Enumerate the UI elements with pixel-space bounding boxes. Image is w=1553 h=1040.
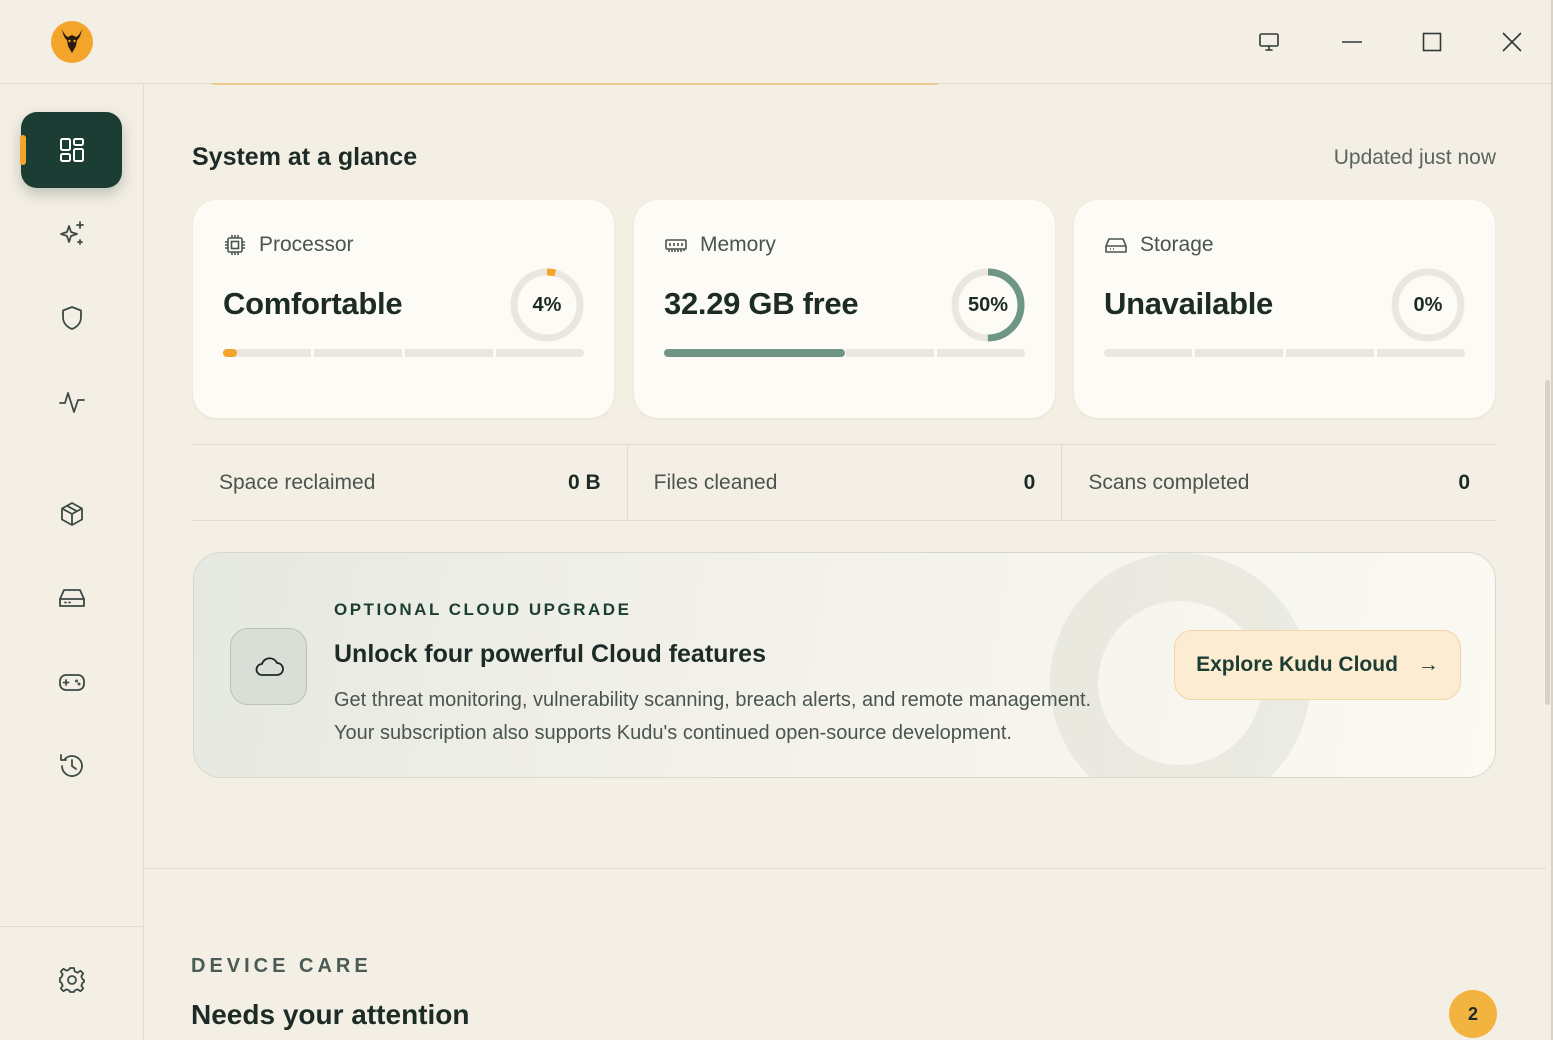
stat-files-cleaned: Files cleaned 0 (626, 445, 1062, 520)
top-accent-line (212, 83, 938, 85)
promo-title: Unlock four powerful Cloud features (334, 640, 766, 668)
stat-value: 0 (1458, 470, 1471, 494)
button-label: Explore Kudu Cloud (1196, 653, 1398, 676)
stat-value: 0 (1023, 470, 1036, 494)
activity-icon (58, 392, 85, 413)
sidebar (0, 84, 144, 1040)
nav-performance[interactable] (21, 364, 122, 440)
updated-timestamp: Updated just now (1333, 146, 1496, 169)
scrollbar[interactable] (1545, 380, 1550, 705)
active-indicator (20, 135, 26, 165)
cloud-icon-tile (230, 628, 307, 705)
usage-bar (223, 349, 584, 357)
memory-icon (665, 239, 687, 252)
nav-cleaner[interactable] (21, 196, 122, 272)
stat-value: 0 B (567, 470, 601, 494)
card-label: Processor (259, 233, 354, 256)
explore-cloud-button[interactable]: Explore Kudu Cloud → (1174, 630, 1461, 700)
card-label: Memory (700, 233, 776, 256)
card-value: Comfortable (223, 286, 403, 321)
close-icon (1502, 32, 1522, 52)
drive-icon (58, 589, 85, 607)
gamepad-icon (58, 674, 85, 691)
usage-percent: 0% (1413, 293, 1443, 316)
monitor-button[interactable] (1249, 22, 1289, 62)
stat-label: Files cleaned (653, 470, 778, 494)
device-care-title: Needs your attention (191, 999, 470, 1030)
card-header: Storage (1104, 233, 1214, 257)
card-header: Processor (223, 233, 354, 257)
card-value: Unavailable (1104, 286, 1274, 321)
stat-space-reclaimed: Space reclaimed 0 B (193, 445, 627, 520)
shield-icon (61, 306, 82, 330)
usage-bar (1104, 349, 1465, 357)
stat-label: Space reclaimed (219, 470, 376, 494)
device-care-eyebrow: DEVICE CARE (191, 955, 372, 977)
cpu-icon (225, 235, 245, 255)
nav-history[interactable] (21, 728, 122, 804)
kudu-logo-icon (51, 21, 93, 63)
usage-percent: 4% (532, 293, 562, 316)
nav-protection[interactable] (21, 280, 122, 356)
hard-drive-icon (1105, 238, 1127, 253)
promo-description: Get threat monitoring, vulnerability sca… (334, 684, 1091, 750)
card-header: Memory (664, 233, 776, 257)
cloud-promo-banner: OPTIONAL CLOUD UPGRADE Unlock four power… (193, 552, 1496, 778)
title-bar (0, 0, 1553, 84)
promo-desc-line: Get threat monitoring, vulnerability sca… (334, 689, 1092, 711)
stats-row: Space reclaimed 0 B Files cleaned 0 Scan… (193, 444, 1496, 521)
package-icon (60, 502, 83, 526)
nav-gaming[interactable] (21, 644, 122, 720)
section-title: System at a glance (192, 143, 418, 171)
usage-ring: 50% (950, 267, 1026, 343)
gear-icon (58, 967, 85, 993)
promo-desc-line: Your subscription also supports Kudu's c… (334, 722, 1012, 744)
nav-drives[interactable] (21, 560, 122, 636)
card-value: 32.29 GB free (664, 286, 859, 321)
attention-count-badge: 2 (1449, 990, 1497, 1038)
cloud-icon (255, 656, 284, 676)
storage-card[interactable]: Storage Unavailable 0% (1074, 200, 1495, 418)
nav-settings[interactable] (21, 942, 122, 1018)
usage-percent: 50% (967, 293, 1009, 316)
promo-eyebrow: OPTIONAL CLOUD UPGRADE (334, 600, 632, 619)
monitor-icon (1259, 33, 1279, 51)
history-icon (59, 754, 83, 777)
close-button[interactable] (1492, 22, 1532, 62)
sparkles-icon (59, 221, 84, 245)
minimize-button[interactable] (1332, 22, 1372, 62)
nav-dashboard[interactable] (21, 112, 122, 188)
dashboard-icon (59, 138, 84, 162)
minimize-icon (1342, 41, 1362, 43)
memory-card[interactable]: Memory 32.29 GB free 50% (634, 200, 1055, 418)
processor-card[interactable]: Processor Comfortable 4% (193, 200, 614, 418)
usage-ring: 4% (509, 267, 585, 343)
stat-label: Scans completed (1088, 470, 1250, 494)
sidebar-divider (0, 926, 143, 927)
usage-bar-fill (223, 349, 238, 357)
nav-apps[interactable] (21, 476, 122, 552)
usage-ring: 0% (1390, 267, 1466, 343)
section-divider (144, 868, 1546, 869)
usage-bar-fill (664, 349, 845, 357)
maximize-icon (1422, 32, 1442, 52)
card-label: Storage (1140, 233, 1214, 256)
stat-scans-completed: Scans completed 0 (1061, 445, 1496, 520)
maximize-button[interactable] (1412, 22, 1452, 62)
arrow-right-icon: → (1417, 653, 1439, 676)
